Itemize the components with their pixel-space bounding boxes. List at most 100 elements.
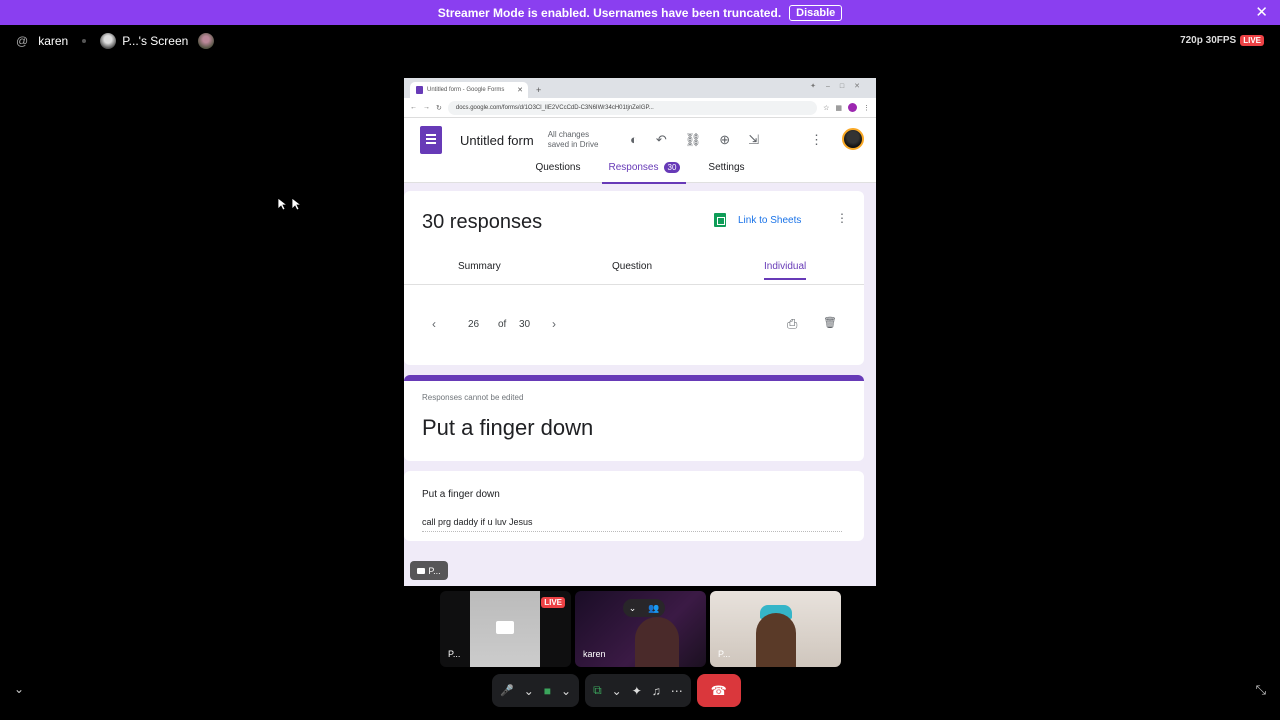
back-icon[interactable]: ← xyxy=(410,104,417,111)
google-forms-logo-icon[interactable] xyxy=(420,126,442,154)
address-bar[interactable]: docs.google.com/forms/d/1O3Cl_lIE2VCcCdD… xyxy=(447,100,818,115)
link-icon[interactable]: ⛓ xyxy=(685,132,702,148)
participant-video xyxy=(756,613,796,667)
new-tab-icon[interactable]: + xyxy=(536,85,541,95)
share-activities-group: ⧉ ⌄ ✦ ♫ ⋯ xyxy=(585,674,691,707)
google-forms-favicon-icon xyxy=(416,86,423,94)
participant-tile-stream[interactable]: LIVE P... xyxy=(440,591,571,667)
soundboard-icon[interactable]: ♫ xyxy=(652,684,661,698)
save-status: All changes saved in Drive xyxy=(547,129,599,149)
tab-settings-label: Settings xyxy=(708,162,745,173)
account-avatar[interactable] xyxy=(842,128,864,150)
screen-title[interactable]: P...'s Screen xyxy=(122,34,188,48)
activities-icon[interactable]: ✦ xyxy=(632,684,642,698)
address-url: docs.google.com/forms/d/1O3Cl_lIE2VCcCdD… xyxy=(455,104,654,111)
participant-name: karen xyxy=(583,649,606,659)
publish-icon[interactable]: ⇲ xyxy=(748,132,759,148)
palette-icon[interactable]: ◐ xyxy=(630,132,638,148)
viewer-avatar[interactable] xyxy=(198,33,215,49)
disable-streamer-mode-button[interactable]: Disable xyxy=(789,4,843,21)
subtab-summary[interactable]: Summary xyxy=(458,261,501,280)
pager-of-label: of xyxy=(498,319,507,330)
participant-video xyxy=(635,617,679,667)
screen-share-owner: P... xyxy=(428,565,441,576)
add-collaborator-icon[interactable]: ⊕ xyxy=(719,132,730,148)
form-title-card: Responses cannot be edited Put a finger … xyxy=(404,375,864,461)
call-controls: 🎤 ⌄ ■ ⌄ ⧉ ⌄ ✦ ♫ ⋯ ☎ xyxy=(492,674,741,707)
extensions-icon[interactable]: ▦ xyxy=(835,104,842,112)
total-responses-number: 30 xyxy=(519,319,531,330)
window-controls[interactable]: ✦–□✕ xyxy=(810,82,870,90)
form-title[interactable]: Untitled form xyxy=(460,133,534,148)
camera-icon[interactable]: ■ xyxy=(544,684,551,698)
tab-questions[interactable]: Questions xyxy=(529,162,586,183)
cursor-icon xyxy=(277,197,287,211)
screen-owner-avatar xyxy=(100,33,117,49)
browser-profile-avatar[interactable] xyxy=(848,103,857,112)
camera-options-chevron-icon[interactable]: ⌄ xyxy=(561,684,571,698)
undo-icon[interactable]: ↶ xyxy=(656,132,667,148)
browser-menu-icon[interactable]: ⋮ xyxy=(863,104,870,112)
bookmark-star-icon[interactable]: ☆ xyxy=(823,104,829,112)
close-icon[interactable]: ✕ xyxy=(1255,3,1268,21)
forms-header: Untitled form All changes saved in Drive… xyxy=(404,118,876,162)
question-answer: call prg daddy if u luv Jesus xyxy=(422,517,841,532)
forward-icon[interactable]: → xyxy=(423,104,430,111)
link-to-sheets-button[interactable]: Link to Sheets xyxy=(714,213,801,227)
responses-subtabs: Summary Question Individual xyxy=(404,261,864,285)
browser-tab-title: Untitled form - Google Forms xyxy=(427,87,505,93)
subtab-individual[interactable]: Individual xyxy=(764,261,807,280)
chevron-down-icon[interactable]: ⌄ xyxy=(629,603,637,614)
tile-controls[interactable]: ⌄ 👥 xyxy=(623,599,665,617)
hangup-icon: ☎ xyxy=(710,682,727,698)
browser-toolbar: ← → ↻ docs.google.com/forms/d/1O3Cl_lIE2… xyxy=(404,98,876,118)
participant-tile-karen[interactable]: ⌄ 👥 karen xyxy=(575,591,706,667)
streamer-mode-message: Streamer Mode is enabled. Usernames have… xyxy=(437,5,782,20)
live-badge: LIVE xyxy=(541,597,565,608)
screen-share-icon[interactable]: ⧉ xyxy=(593,683,602,698)
separator-dot xyxy=(82,39,87,43)
tab-responses-label: Responses xyxy=(608,162,659,173)
responses-heading: 30 responses xyxy=(422,211,543,233)
cursor-icon xyxy=(291,197,301,211)
share-options-chevron-icon[interactable]: ⌄ xyxy=(612,684,622,698)
previous-response-icon[interactable]: ‹ xyxy=(432,317,436,331)
cannot-edit-note: Responses cannot be edited xyxy=(422,393,524,402)
more-options-icon[interactable]: ⋮ xyxy=(810,132,823,148)
disconnect-button[interactable]: ☎ xyxy=(696,674,741,707)
forms-toolbar: ◐ ↶ ⛓ ⊕ ⇲ xyxy=(630,132,759,148)
delete-icon[interactable]: 🗑 xyxy=(823,316,837,329)
question-title: Put a finger down xyxy=(422,489,500,500)
call-header: @ karen P...'s Screen xyxy=(16,33,215,49)
responses-card: 30 responses Link to Sheets ⋮ Summary Qu… xyxy=(404,191,864,365)
tab-questions-label: Questions xyxy=(535,162,581,173)
reload-icon[interactable]: ↻ xyxy=(436,104,442,112)
current-response-number[interactable]: 26 xyxy=(468,319,479,330)
monitor-icon xyxy=(496,621,514,634)
mic-options-chevron-icon[interactable]: ⌄ xyxy=(524,684,534,698)
sheets-icon xyxy=(714,213,726,227)
screen-share-name-tag: P... xyxy=(410,561,448,580)
more-icon[interactable]: ⋯ xyxy=(671,684,683,698)
link-to-sheets-label: Link to Sheets xyxy=(738,214,802,226)
participant-tile-p[interactable]: P... xyxy=(710,591,841,667)
responses-more-icon[interactable]: ⋮ xyxy=(836,211,848,225)
shared-screen-view[interactable]: Untitled form - Google Forms ✕ + ✦–□✕ ← … xyxy=(404,78,876,586)
subtab-question[interactable]: Question xyxy=(612,261,652,280)
stream-quality: 720p 30FPS xyxy=(1180,35,1237,46)
participants-icon[interactable]: 👥 xyxy=(648,603,659,614)
at-icon: @ xyxy=(16,34,29,48)
close-tab-icon[interactable]: ✕ xyxy=(517,86,523,94)
tab-settings[interactable]: Settings xyxy=(702,162,750,183)
tab-responses[interactable]: Responses 30 xyxy=(602,162,687,184)
exit-fullscreen-icon[interactable]: ⤡ xyxy=(1256,682,1266,698)
current-user-label[interactable]: karen xyxy=(38,34,68,48)
chevron-down-icon[interactable]: ⌄ xyxy=(14,682,24,696)
browser-tab[interactable]: Untitled form - Google Forms ✕ xyxy=(410,82,528,98)
microphone-icon[interactable]: 🎤 xyxy=(500,684,514,697)
responses-count-badge: 30 xyxy=(663,162,681,173)
next-response-icon[interactable]: › xyxy=(552,317,556,331)
print-icon[interactable]: ⎙ xyxy=(787,316,797,332)
form-name-heading: Put a finger down xyxy=(422,415,594,440)
participant-name: P... xyxy=(718,649,731,659)
